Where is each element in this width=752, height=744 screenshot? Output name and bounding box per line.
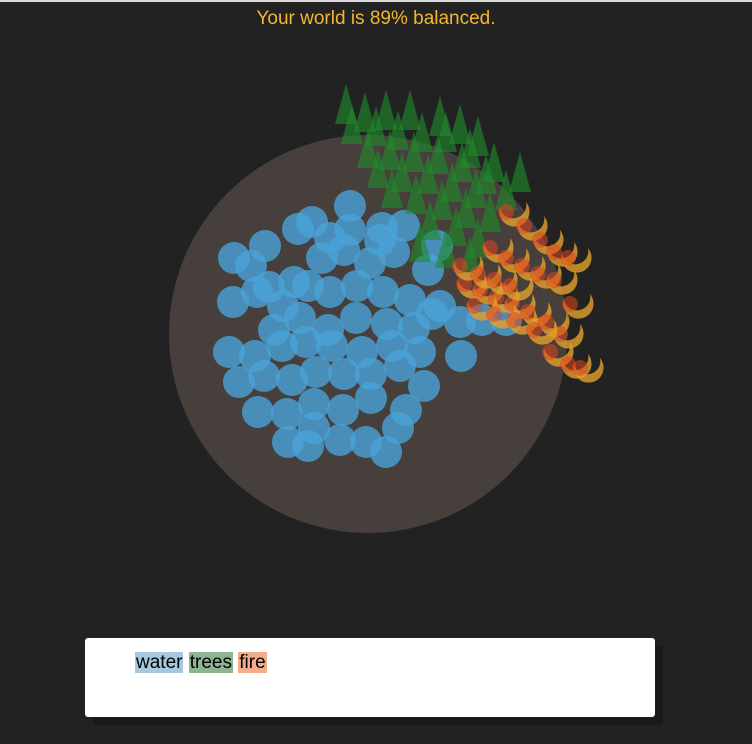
word-editor-text[interactable]: water trees fire [135, 652, 267, 674]
water-blob [340, 302, 372, 334]
water-blob [416, 298, 448, 330]
word-water[interactable]: water [135, 652, 184, 673]
tree-shape [399, 90, 421, 130]
fire-core [486, 272, 502, 288]
water-blob [248, 360, 280, 392]
fire-core [516, 218, 532, 234]
fire-core [546, 244, 562, 260]
water-blob [382, 412, 414, 444]
water-blob [300, 356, 332, 388]
water-blob [355, 382, 387, 414]
water-blob [292, 430, 324, 462]
fire-core [560, 250, 576, 266]
fire-core [546, 272, 562, 288]
word-editor-panel[interactable]: water trees fire [85, 638, 655, 717]
fire-core [498, 250, 514, 266]
fire-core [532, 232, 548, 248]
fire-core [482, 240, 498, 256]
water-blob [445, 340, 477, 372]
water-blob [334, 214, 366, 246]
fire-core [562, 296, 578, 312]
water-blob [314, 276, 346, 308]
water-blob [364, 224, 396, 256]
fire-core [514, 258, 530, 274]
fire-core [502, 278, 518, 294]
fire-core [506, 312, 522, 328]
water-blob [296, 206, 328, 238]
tree-shape [509, 152, 531, 192]
fire-core [452, 258, 468, 274]
word-fire[interactable]: fire [238, 652, 267, 673]
fire-core [530, 266, 546, 282]
water-blob [327, 394, 359, 426]
fire-core [542, 344, 558, 360]
fire-core [486, 306, 502, 322]
fire-core [470, 266, 486, 282]
fire-core [526, 322, 542, 338]
fire-core [572, 360, 588, 376]
world-canvas [169, 84, 604, 533]
fire-core [498, 204, 514, 220]
fire-core [466, 298, 482, 314]
water-blob [242, 396, 274, 428]
water-blob [367, 276, 399, 308]
word-trees[interactable]: trees [188, 652, 233, 673]
